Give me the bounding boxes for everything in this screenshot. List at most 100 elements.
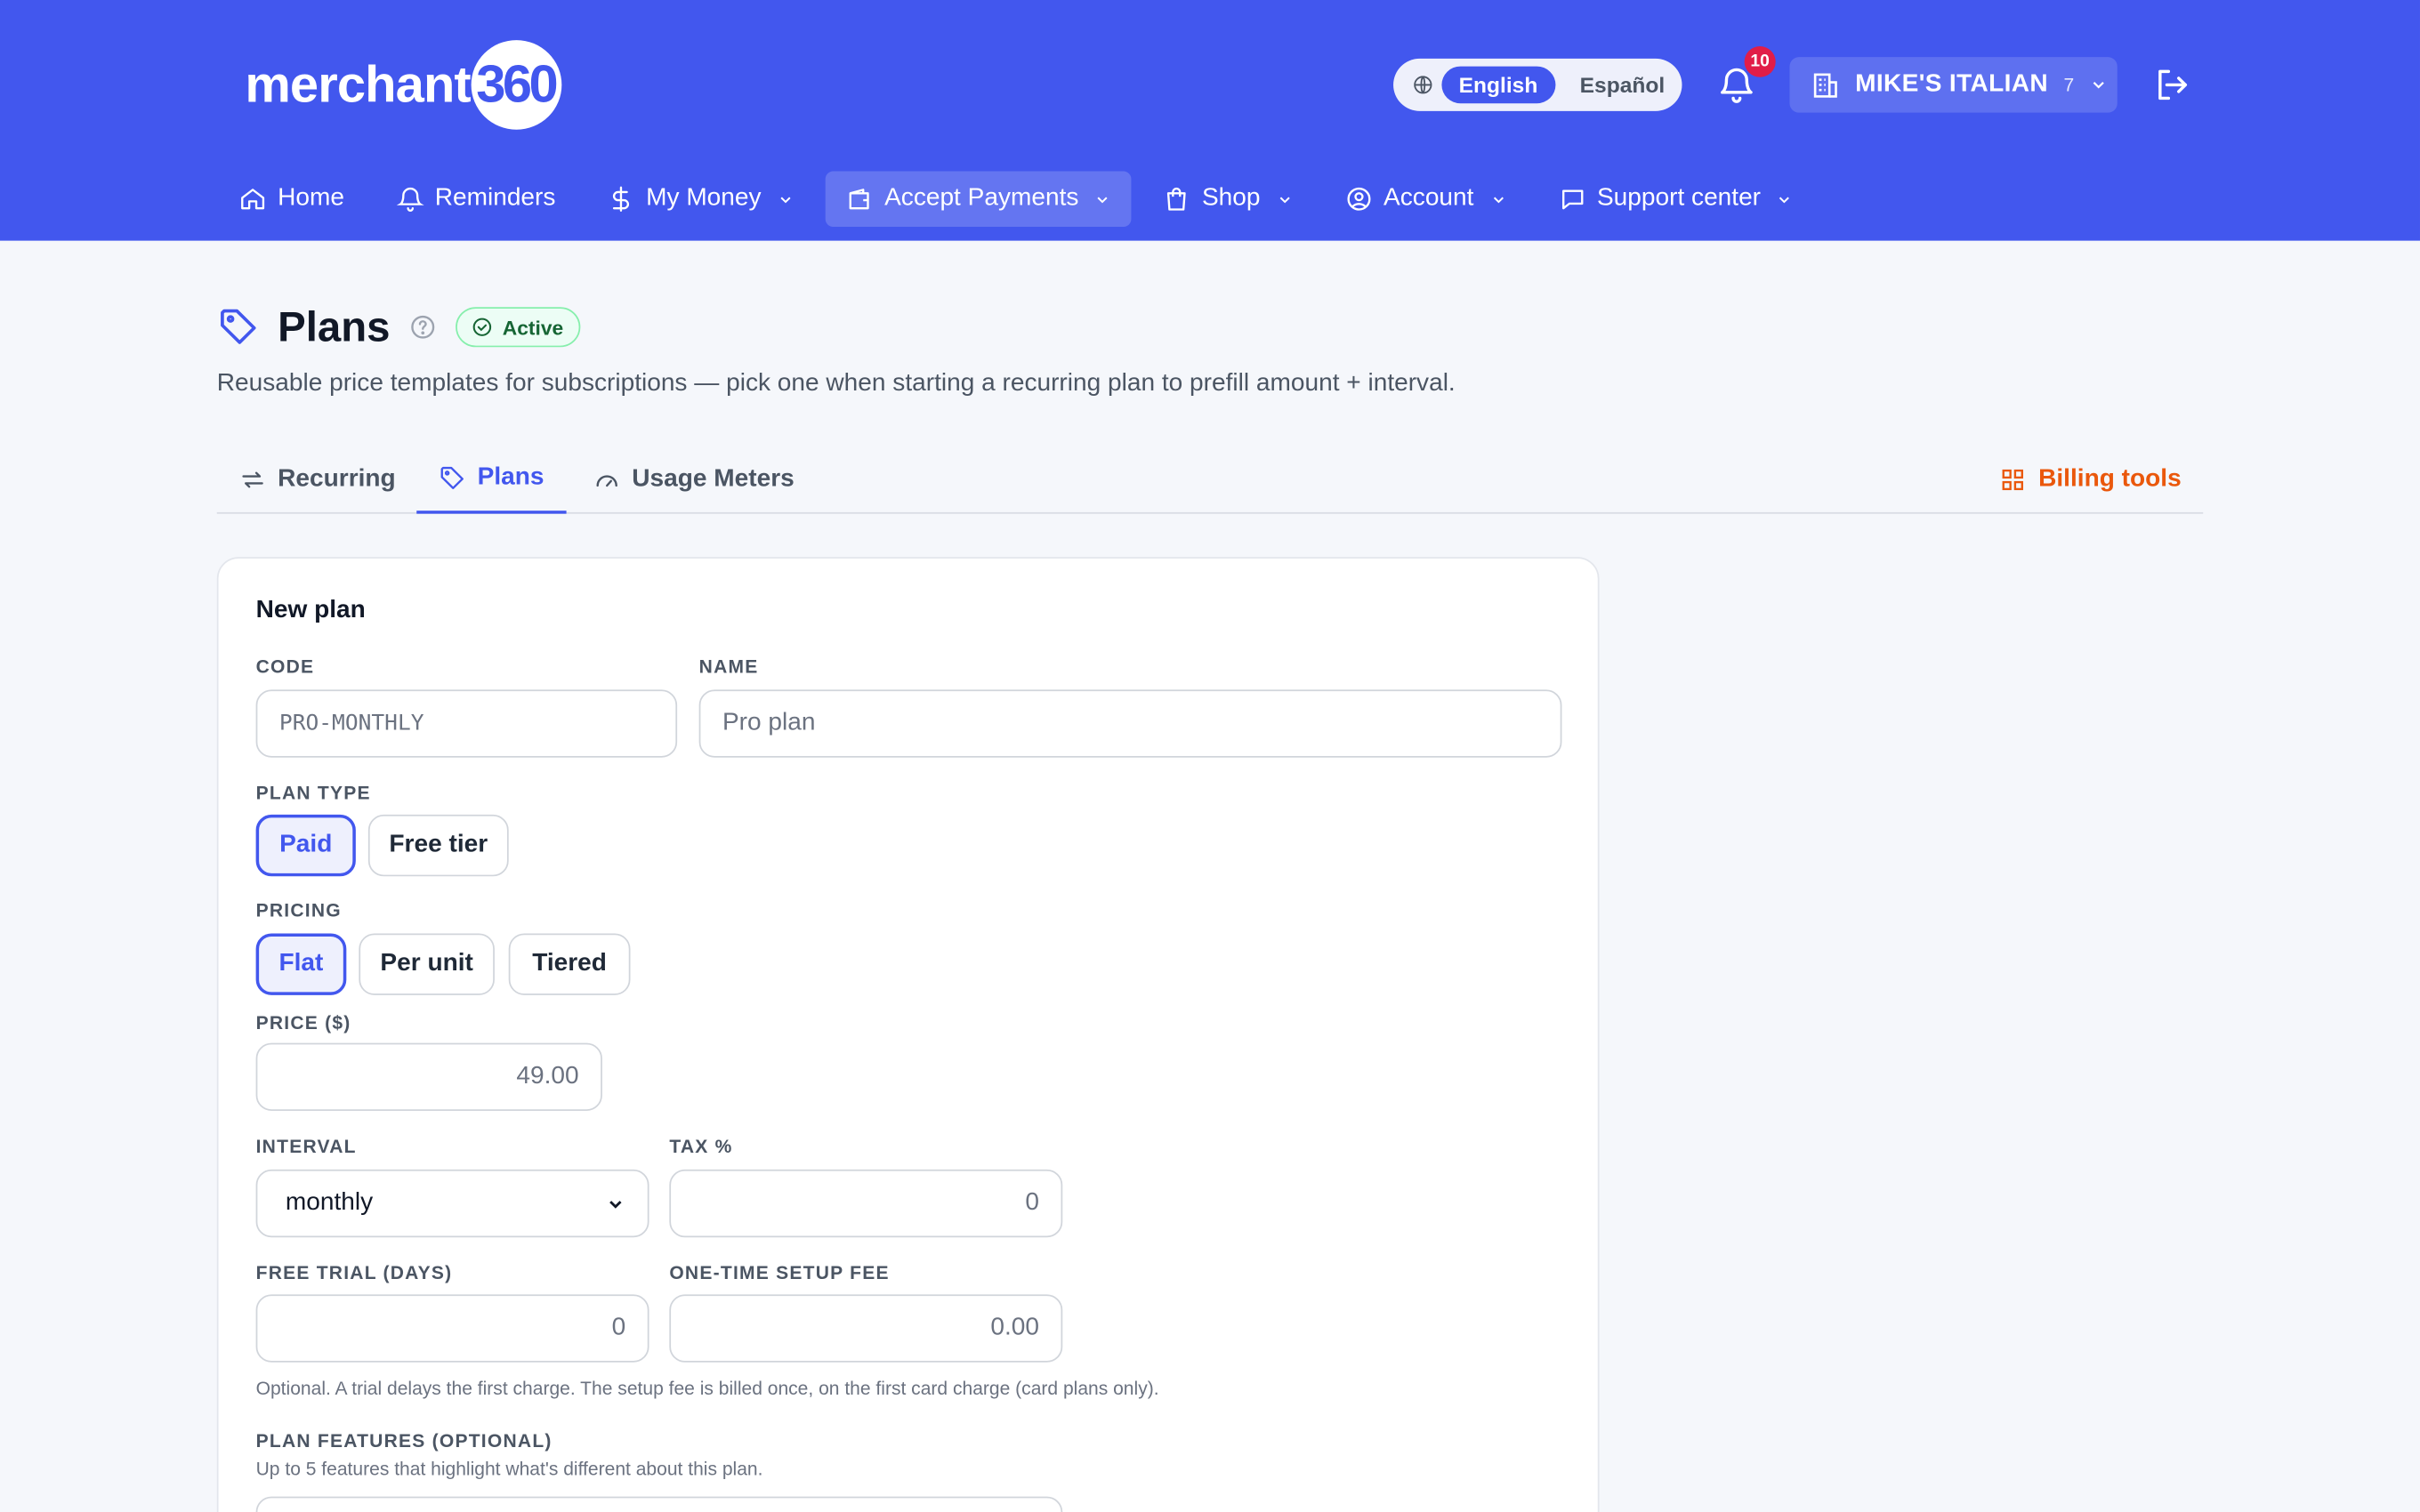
setup-fee-label: ONE-TIME SETUP FEE — [669, 1261, 890, 1284]
trial-label: FREE TRIAL (DAYS) — [255, 1261, 453, 1284]
chevron-down-icon — [1779, 196, 1790, 203]
feature-input[interactable] — [255, 1496, 1063, 1512]
trial-days-input[interactable]: 0 — [255, 1294, 649, 1363]
tab-plans[interactable]: Plans — [416, 445, 567, 514]
code-placeholder: PRO-MONTHLY — [278, 711, 424, 736]
name-label: NAME — [698, 655, 759, 678]
brand-wordmark: merchant — [245, 55, 471, 113]
tab-usage-meters[interactable]: Usage Meters — [571, 445, 816, 514]
nav-item-home[interactable]: Home — [219, 172, 365, 227]
name-placeholder: Pro plan — [722, 709, 816, 736]
brand-number-badge: 360 — [464, 34, 568, 135]
billing-tools-link[interactable]: Billing tools — [1999, 445, 2182, 514]
bag-icon — [1167, 187, 1187, 211]
price-value: 49.00 — [516, 1063, 579, 1090]
nav-item-label: Home — [278, 185, 345, 212]
name-input[interactable]: Pro plan — [698, 689, 1562, 758]
pricing-per-unit-button[interactable]: Per unit — [359, 933, 495, 995]
merchant-name: MIKE'S ITALIAN — [1855, 70, 2048, 98]
brand-logo[interactable]: merchant 360 — [245, 34, 567, 135]
tax-input[interactable]: 0 — [669, 1169, 1063, 1238]
interval-select[interactable]: monthly — [255, 1169, 649, 1238]
plan-features-hint: Up to 5 features that highlight what's d… — [255, 1458, 763, 1480]
help-icon[interactable] — [409, 313, 438, 341]
plan-type-paid-button[interactable]: Paid — [255, 814, 356, 877]
pricing-tiered-button[interactable]: Tiered — [508, 933, 631, 995]
price-input[interactable]: 49.00 — [255, 1042, 602, 1111]
trial-setup-hint: Optional. A trial delays the first charg… — [255, 1378, 1159, 1400]
tax-label: TAX % — [669, 1135, 733, 1158]
tab-label: Usage Meters — [632, 465, 795, 492]
nav-item-label: Shop — [1201, 185, 1261, 212]
nav-item-label: My Money — [646, 185, 762, 212]
price-label: PRICE ($) — [255, 1011, 351, 1034]
chevron-down-icon — [1098, 196, 1109, 203]
pricing-label: PRICING — [255, 899, 342, 921]
nav-item-shop[interactable]: Shop — [1142, 172, 1313, 227]
status-label: Active — [502, 315, 564, 339]
chevron-down-icon — [1493, 196, 1504, 203]
chevron-down-icon — [780, 196, 791, 203]
nav-item-label: Support center — [1596, 185, 1762, 212]
building-icon — [1813, 73, 1837, 98]
nav-item-label: Reminders — [434, 185, 556, 212]
tag-icon — [221, 309, 256, 344]
trial-value: 0 — [611, 1314, 626, 1341]
language-option-english[interactable]: English — [1441, 66, 1555, 104]
merchant-switcher[interactable]: MIKE'S ITALIAN 7 — [1789, 57, 2118, 113]
brand-number: 360 — [476, 54, 558, 114]
wallet-icon — [849, 189, 869, 210]
tax-value: 0 — [1025, 1189, 1039, 1216]
nav-item-label: Accept Payments — [884, 185, 1079, 212]
code-input[interactable]: PRO-MONTHLY — [255, 689, 678, 758]
bell-icon — [396, 187, 424, 212]
nav-item-reminders[interactable]: Reminders — [375, 172, 576, 227]
new-plan-card: New plan CODE PRO-MONTHLY NAME Pro plan … — [216, 557, 1600, 1512]
page-content: merchant 360 English Español 10 MIKE'S I… — [0, 0, 2420, 1512]
gauge-icon — [596, 474, 617, 487]
chevron-down-icon — [1279, 196, 1290, 203]
interval-label: INTERVAL — [255, 1135, 357, 1158]
grid-icon — [2003, 469, 2024, 490]
nav-item-label: Account — [1383, 185, 1474, 212]
nav-item-account[interactable]: Account — [1324, 172, 1527, 227]
top-header: merchant 360 English Español 10 MIKE'S I… — [0, 0, 2420, 241]
tab-label: Recurring — [278, 465, 396, 492]
card-heading: New plan — [255, 597, 366, 623]
nav-item-support-center[interactable]: Support center — [1537, 172, 1813, 227]
billing-tools-label: Billing tools — [2038, 465, 2182, 492]
nav-item-accept-payments[interactable]: Accept Payments — [825, 171, 1133, 228]
tab-bar: Recurring Plans Usage Meters Billing too… — [216, 445, 2204, 514]
language-option-spanish[interactable]: Español — [1555, 67, 1682, 104]
dollar-icon — [612, 186, 630, 212]
page: merchant 360 English Español 10 MIKE'S I… — [0, 0, 2420, 1512]
status-badge: Active — [456, 307, 581, 348]
check-circle-icon — [472, 318, 492, 336]
chevron-down-icon — [609, 1200, 622, 1208]
page-title-row: Plans Active — [217, 300, 581, 355]
code-label: CODE — [255, 655, 315, 678]
setup-fee-value: 0.00 — [990, 1314, 1039, 1341]
plan-features-label: PLAN FEATURES (OPTIONAL) — [255, 1430, 553, 1452]
pricing-flat-button[interactable]: Flat — [255, 933, 347, 995]
plan-type-label: PLAN TYPE — [255, 782, 371, 804]
chevron-down-icon — [2093, 82, 2105, 89]
main-nav: Home Reminders My Money Accept Payments … — [219, 171, 1825, 228]
plan-type-free-tier-button[interactable]: Free tier — [367, 814, 509, 877]
globe-icon — [1414, 76, 1432, 94]
home-icon — [241, 189, 265, 210]
tab-recurring[interactable]: Recurring — [217, 445, 417, 514]
language-switcher: English Español — [1393, 58, 1682, 111]
notification-count-badge: 10 — [1744, 46, 1776, 77]
nav-item-my-money[interactable]: My Money — [586, 172, 814, 227]
page-title: Plans — [278, 302, 391, 350]
chat-icon — [1561, 189, 1583, 210]
page-subtitle: Reusable price templates for subscriptio… — [216, 370, 1456, 397]
tag-icon — [440, 466, 464, 489]
setup-fee-input[interactable]: 0.00 — [669, 1294, 1063, 1363]
logout-icon[interactable] — [2151, 65, 2192, 105]
merchant-count: 7 — [2063, 74, 2075, 96]
user-circle-icon — [1346, 187, 1371, 211]
tab-label: Plans — [477, 463, 544, 490]
interval-value: monthly — [285, 1189, 374, 1216]
